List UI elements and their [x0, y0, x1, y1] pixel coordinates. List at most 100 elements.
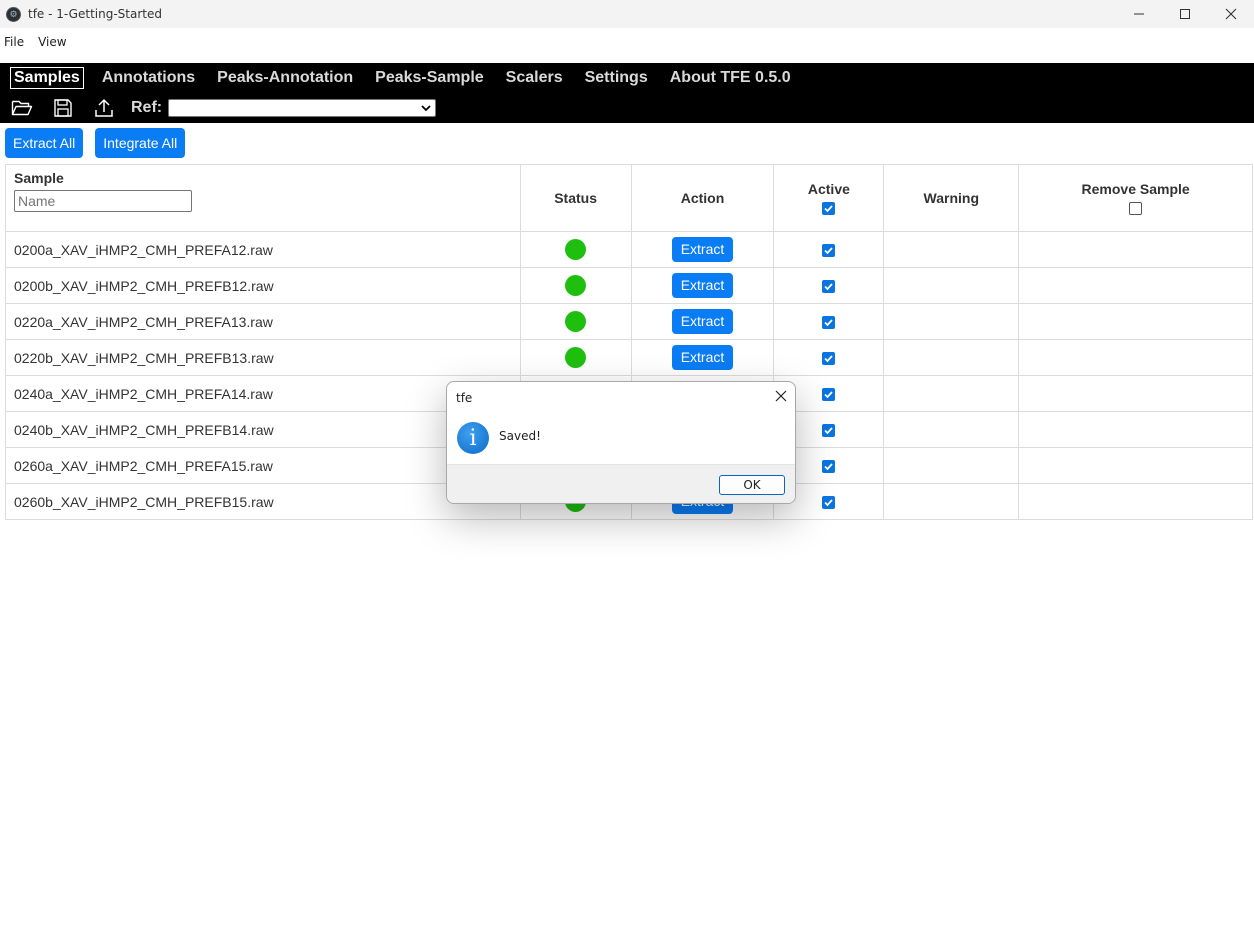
sample-name: 0220a_XAV_iHMP2_CMH_PREFA13.raw: [5, 303, 521, 340]
active-checkbox[interactable]: [822, 388, 836, 402]
app-icon: ⚙: [6, 6, 21, 22]
active-checkbox[interactable]: [822, 460, 836, 474]
active-checkbox[interactable]: [822, 496, 836, 510]
remove-cell: [1018, 411, 1253, 448]
maximize-button[interactable]: [1162, 0, 1208, 28]
sample-name: 0200a_XAV_iHMP2_CMH_PREFA12.raw: [5, 231, 521, 268]
header-remove-label: Remove Sample: [1081, 181, 1190, 197]
menu-bar: File View: [0, 28, 1254, 55]
open-button[interactable]: [11, 97, 33, 119]
status-cell: [519, 231, 632, 268]
action-cell: Extract: [630, 267, 775, 304]
active-checkbox[interactable]: [822, 316, 836, 330]
active-all-checkbox[interactable]: [822, 202, 836, 215]
warning-cell: [883, 339, 1020, 376]
upload-button[interactable]: [93, 97, 115, 119]
warning-cell: [883, 303, 1020, 340]
sample-name: 0260b_XAV_iHMP2_CMH_PREFB15.raw: [5, 483, 521, 520]
active-cell: [773, 267, 885, 304]
upload-icon: [95, 98, 113, 117]
menu-file[interactable]: File: [0, 35, 28, 49]
remove-cell: [1018, 375, 1253, 412]
status-cell: [519, 267, 632, 304]
remove-cell: [1018, 339, 1253, 376]
header-status: Status: [519, 164, 632, 232]
extract-all-button[interactable]: Extract All: [5, 128, 84, 158]
remove-all-checkbox[interactable]: [1129, 202, 1143, 215]
save-icon: [54, 99, 72, 117]
integrate-all-button[interactable]: Integrate All: [95, 128, 186, 158]
remove-cell: [1018, 303, 1253, 340]
action-cell: Extract: [630, 339, 775, 376]
tab-peaks-sample[interactable]: Peaks-Sample: [371, 67, 488, 89]
action-cell: Extract: [630, 231, 775, 268]
remove-cell: [1018, 483, 1253, 520]
saved-dialog: tfe i Saved! OK: [446, 381, 796, 504]
warning-cell: [883, 411, 1020, 448]
active-cell: [773, 339, 885, 376]
save-button[interactable]: [52, 97, 74, 119]
active-checkbox[interactable]: [822, 352, 836, 366]
warning-cell: [883, 231, 1020, 268]
status-indicator: [565, 239, 587, 260]
extract-button[interactable]: Extract: [671, 237, 734, 262]
active-checkbox[interactable]: [822, 280, 836, 294]
chevron-down-icon: [421, 105, 431, 112]
tab-settings[interactable]: Settings: [581, 67, 652, 89]
tab-peaks-annotation[interactable]: Peaks-Annotation: [213, 67, 357, 89]
header-remove-sample: Remove Sample: [1018, 164, 1253, 232]
info-icon: i: [457, 422, 489, 454]
extract-button[interactable]: Extract: [671, 345, 734, 370]
header-sample-label: Sample: [14, 170, 64, 186]
action-buttons: Extract All Integrate All: [5, 128, 197, 158]
extract-button[interactable]: Extract: [671, 309, 734, 334]
minimize-button[interactable]: [1116, 0, 1162, 28]
sample-name: 0240b_XAV_iHMP2_CMH_PREFB14.raw: [5, 411, 521, 448]
ref-select[interactable]: [168, 99, 437, 117]
table-row: 0200a_XAV_iHMP2_CMH_PREFA12.raw Extract: [5, 231, 1253, 268]
action-cell: Extract: [630, 303, 775, 340]
dialog-body: i Saved!: [447, 412, 795, 464]
dialog-close-button[interactable]: [775, 388, 787, 406]
remove-cell: [1018, 231, 1253, 268]
window-controls: [1116, 0, 1254, 28]
tab-about[interactable]: About TFE 0.5.0: [666, 67, 795, 89]
active-cell: [773, 303, 885, 340]
status-indicator: [565, 347, 587, 368]
extract-button[interactable]: Extract: [671, 273, 734, 298]
dialog-title: tfe: [456, 391, 473, 405]
name-filter-input[interactable]: [14, 190, 192, 212]
active-checkbox[interactable]: [822, 244, 836, 258]
status-cell: [519, 339, 632, 376]
menu-view[interactable]: View: [34, 35, 70, 49]
tab-scalers[interactable]: Scalers: [502, 67, 567, 89]
tab-samples[interactable]: Samples: [10, 67, 84, 89]
status-indicator: [565, 311, 587, 332]
table-row: 0200b_XAV_iHMP2_CMH_PREFB12.raw Extract: [5, 267, 1253, 304]
status-cell: [519, 303, 632, 340]
header-active-label: Active: [807, 181, 850, 197]
header-sample: Sample: [5, 164, 521, 232]
sample-name: 0200b_XAV_iHMP2_CMH_PREFB12.raw: [5, 267, 521, 304]
tab-annotations[interactable]: Annotations: [98, 67, 199, 89]
window-title: tfe - 1-Getting-Started: [28, 7, 162, 21]
navbar: Samples Annotations Peaks-Annotation Pea…: [0, 63, 1254, 123]
table-row: 0220b_XAV_iHMP2_CMH_PREFB13.raw Extract: [5, 339, 1253, 376]
active-checkbox[interactable]: [822, 424, 836, 438]
close-window-button[interactable]: [1208, 0, 1254, 28]
remove-cell: [1018, 447, 1253, 484]
active-cell: [773, 231, 885, 268]
header-active: Active: [773, 164, 885, 232]
close-icon: [775, 390, 787, 402]
sample-name: 0260a_XAV_iHMP2_CMH_PREFA15.raw: [5, 447, 521, 484]
warning-cell: [883, 447, 1020, 484]
status-indicator: [565, 275, 587, 296]
sample-name: 0240a_XAV_iHMP2_CMH_PREFA14.raw: [5, 375, 521, 412]
window-titlebar: ⚙ tfe - 1-Getting-Started: [0, 0, 1254, 28]
ok-button[interactable]: OK: [719, 475, 785, 495]
dialog-footer: OK: [447, 464, 795, 503]
remove-cell: [1018, 267, 1253, 304]
toolbar: Ref:: [11, 96, 437, 120]
header-action: Action: [630, 164, 775, 232]
sample-name: 0220b_XAV_iHMP2_CMH_PREFB13.raw: [5, 339, 521, 376]
